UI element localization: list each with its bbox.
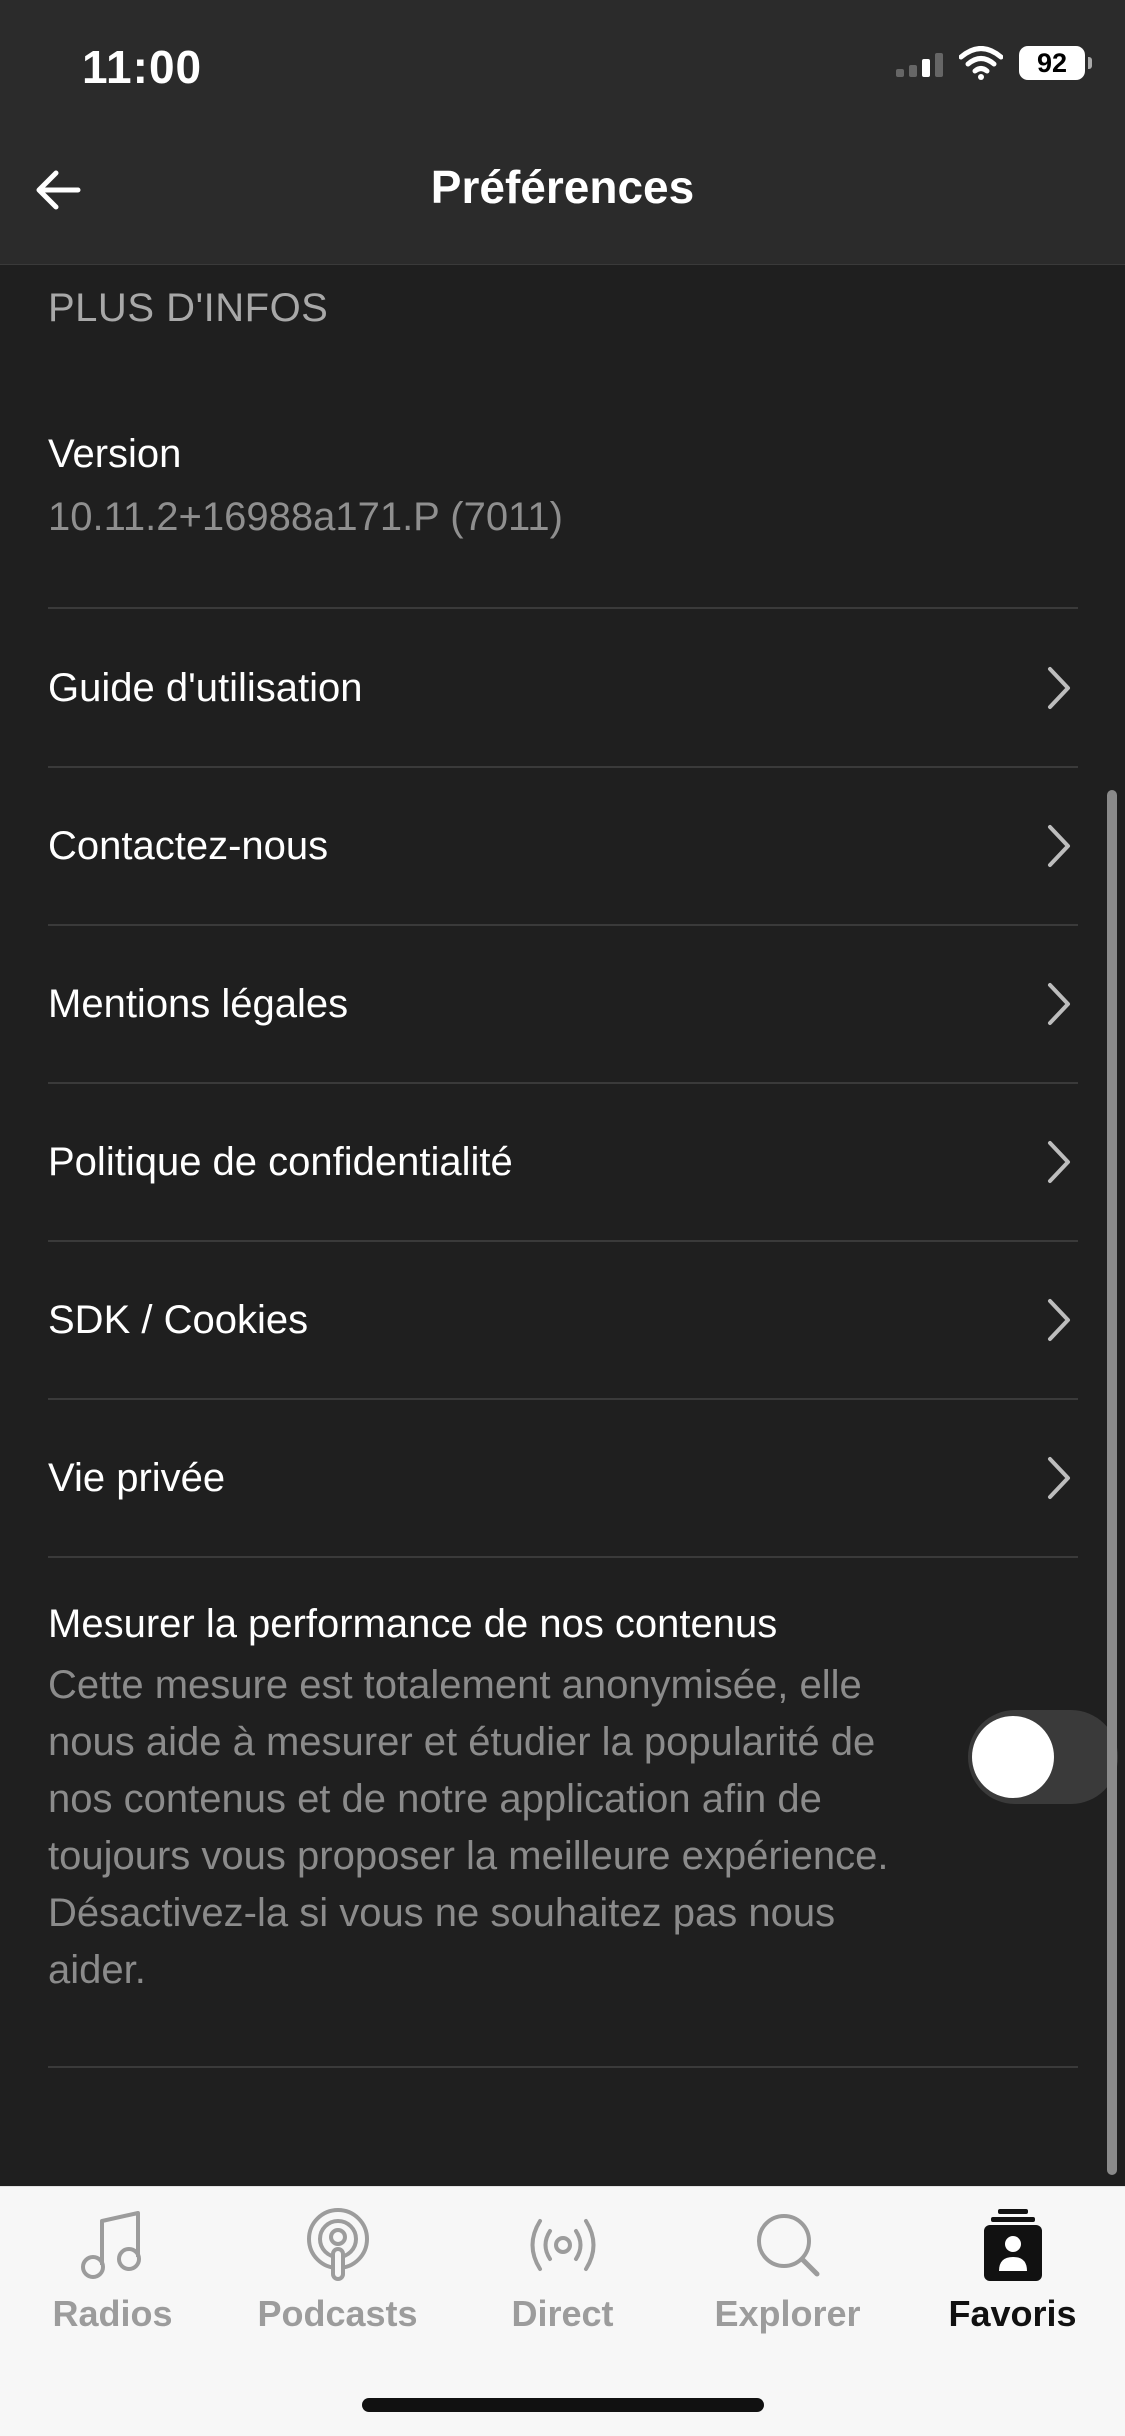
scrollbar[interactable] (1107, 790, 1117, 2175)
row-label: Politique de confidentialité (48, 1139, 513, 1184)
row-guide-utilisation[interactable]: Guide d'utilisation (48, 610, 1078, 768)
status-time: 11:00 (82, 41, 203, 93)
row-label: Mentions légales (48, 981, 349, 1026)
tab-podcasts[interactable]: Podcasts (225, 2207, 450, 2335)
tab-favoris[interactable]: Favoris (900, 2207, 1125, 2335)
row-mentions-legales[interactable]: Mentions légales (48, 926, 1078, 1084)
row-vie-privee[interactable]: Vie privée (48, 1400, 1078, 1558)
version-row: Version 10.11.2+16988a171.P (7011) (48, 432, 1078, 609)
version-value: 10.11.2+16988a171.P (7011) (48, 495, 563, 539)
tab-radios[interactable]: Radios (0, 2207, 225, 2335)
screen: 11:00 92 Préférences PLUS D'INFOS Versio… (0, 0, 1125, 2436)
wifi-icon (959, 46, 1003, 80)
performance-row: Mesurer la performance de nos contenus C… (48, 1558, 1118, 2068)
cellular-signal-icon (896, 49, 943, 77)
tab-label: Explorer (714, 2293, 861, 2334)
performance-title: Mesurer la performance de nos contenus (48, 1602, 778, 1646)
page-title: Préférences (430, 161, 695, 213)
row-label: Contactez-nous (48, 823, 329, 868)
chevron-right-icon (1048, 825, 1070, 867)
tab-label: Podcasts (257, 2293, 418, 2334)
chevron-right-icon (1048, 1141, 1070, 1183)
row-label: Guide d'utilisation (48, 665, 363, 710)
broadcast-icon (530, 2219, 595, 2271)
performance-toggle[interactable] (968, 1710, 1118, 1804)
tab-explorer[interactable]: Explorer (675, 2207, 900, 2335)
battery-icon: 92 (1019, 46, 1092, 80)
tab-label: Favoris (948, 2293, 1077, 2334)
search-icon (756, 2214, 819, 2277)
row-label: SDK / Cookies (48, 1297, 309, 1342)
chevron-right-icon (1048, 1457, 1070, 1499)
chevron-right-icon (1048, 983, 1070, 1025)
performance-description: Cette mesure est totalement anonymisée, … (48, 1663, 889, 1992)
version-label: Version (48, 432, 182, 476)
top-bar: 11:00 92 Préférences (0, 0, 1125, 265)
home-indicator (362, 2398, 764, 2412)
row-politique-confidentialite[interactable]: Politique de confidentialité (48, 1084, 1078, 1242)
podcast-icon (306, 2208, 369, 2281)
status-indicators: 92 (896, 46, 1092, 80)
tab-label: Direct (511, 2293, 614, 2334)
battery-level: 92 (1036, 47, 1068, 78)
music-note-icon (80, 2211, 141, 2279)
chevron-right-icon (1048, 1299, 1070, 1341)
favorites-icon (983, 2209, 1042, 2281)
row-contact[interactable]: Contactez-nous (48, 768, 1078, 926)
row-label: Vie privée (48, 1455, 226, 1500)
toggle-knob (972, 1716, 1054, 1798)
section-title: PLUS D'INFOS (48, 286, 329, 330)
row-sdk-cookies[interactable]: SDK / Cookies (48, 1242, 1078, 1400)
chevron-right-icon (1048, 667, 1070, 709)
tab-label: Radios (52, 2293, 173, 2334)
tab-direct[interactable]: Direct (450, 2207, 675, 2335)
